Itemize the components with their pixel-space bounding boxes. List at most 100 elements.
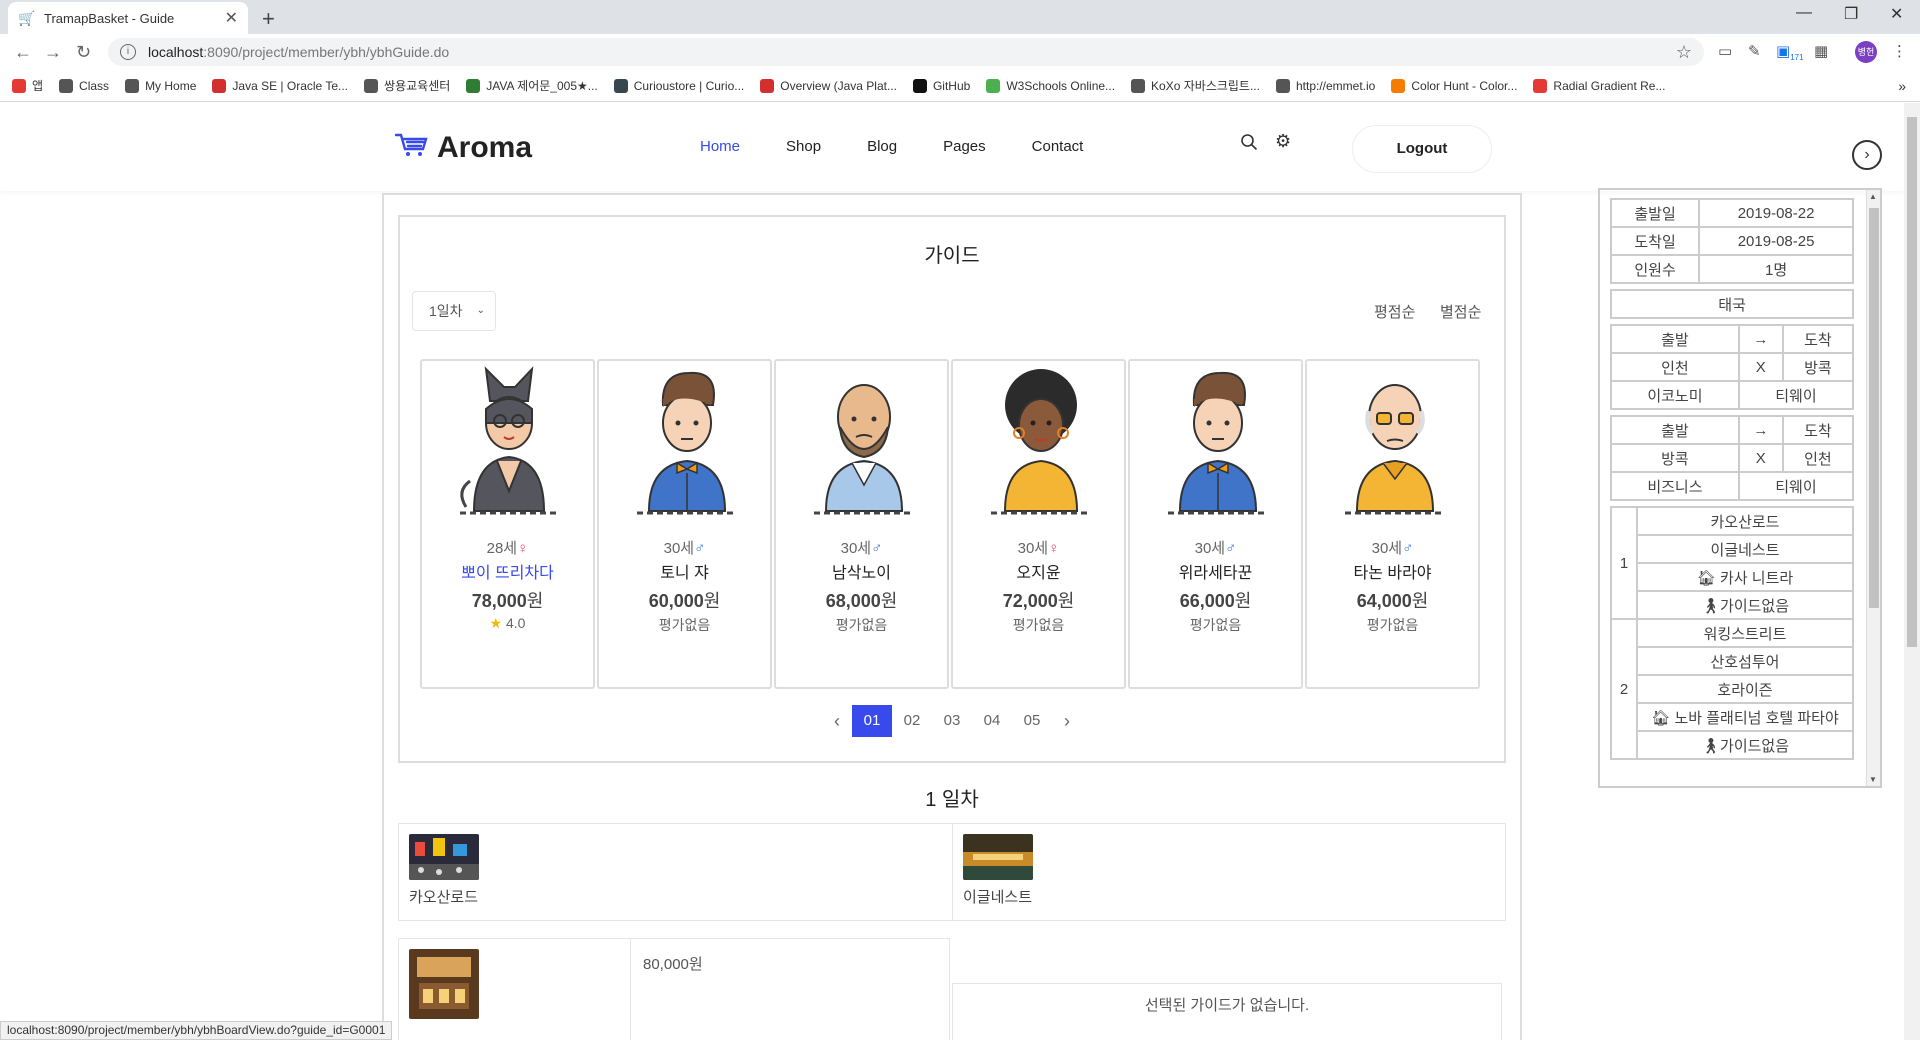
guide-rating: 평가없음: [1012, 617, 1065, 633]
guide-age: 28세♀: [486, 540, 529, 557]
departure-date: 2019-08-22: [1698, 198, 1854, 228]
guide-card[interactable]: 30세♂ 남삭노이 68,000원 평가없음: [774, 359, 949, 689]
itinerary-guide: 🚶︎가이드없음: [1636, 730, 1854, 760]
chevron-left-icon[interactable]: ‹: [822, 711, 852, 732]
search-icon[interactable]: [1240, 133, 1258, 156]
page-2[interactable]: 02: [892, 705, 932, 737]
page-3[interactable]: 03: [932, 705, 972, 737]
page-1[interactable]: 01: [852, 705, 892, 737]
url-input[interactable]: i localhost:8090/project/member/ybh/ybhG…: [108, 38, 1704, 66]
close-tab-icon[interactable]: ✕: [225, 8, 238, 28]
page-4[interactable]: 04: [972, 705, 1012, 737]
browser-tab[interactable]: 🛒 TramapBasket - Guide ✕: [8, 2, 248, 34]
site-header: Aroma Home Shop Blog Pages Contact ⚙ Log…: [0, 103, 1904, 191]
guide-avatar-bald-glasses: [1345, 384, 1445, 515]
guide-card[interactable]: 30세♂ 타논 바라야 64,000원 평가없음: [1305, 359, 1480, 689]
guide-price: 60,000원: [648, 591, 721, 611]
bookmark-item[interactable]: KoXo 자바스크립트...: [1131, 77, 1260, 94]
chevron-down-icon: ⌄: [476, 305, 485, 316]
guide-card[interactable]: 30세♀ 오지윤 72,000원 평가없음: [951, 359, 1126, 689]
place-cell[interactable]: 카오산로드: [399, 824, 952, 920]
nav-pages[interactable]: Pages: [943, 138, 986, 155]
site-logo[interactable]: Aroma: [394, 131, 533, 165]
chevron-right-icon[interactable]: ›: [1052, 711, 1082, 732]
logo-text: Aroma: [437, 131, 533, 164]
cast-icon[interactable]: ▭: [1718, 42, 1732, 60]
bookmark-favicon-icon: [1131, 78, 1146, 93]
forward-icon[interactable]: →: [44, 42, 62, 63]
minimize-icon[interactable]: —: [1796, 4, 1812, 22]
guide-card[interactable]: 30세♂ 위라세타꾼 66,000원 평가없음: [1128, 359, 1303, 689]
nav-blog[interactable]: Blog: [867, 138, 897, 155]
status-bar-url: localhost:8090/project/member/ybh/ybhBoa…: [0, 1021, 393, 1040]
guide-card-list: 28세♀ 뽀이 뜨리차다 78,000원 ★ 4.0 30세♂ 토니 쟈 60,…: [420, 359, 1482, 689]
guide-rating: 평가없음: [658, 617, 711, 633]
bookmark-item[interactable]: Class: [59, 78, 109, 93]
bookmark-item[interactable]: Curioustore | Curio...: [613, 78, 744, 93]
place-thumbnail: [409, 834, 479, 880]
panel-scrollbar[interactable]: ▲ ▼: [1866, 190, 1880, 786]
guide-rating: 평가없음: [835, 617, 888, 633]
bookmark-star-icon[interactable]: ☆: [1676, 42, 1692, 63]
main-nav: Home Shop Blog Pages Contact: [700, 138, 1129, 155]
extension-badge-icon[interactable]: ▣171: [1776, 42, 1804, 62]
bookmark-item[interactable]: 앱: [12, 77, 43, 94]
gear-icon[interactable]: ⚙: [1275, 131, 1291, 152]
guide-name[interactable]: 토니 쟈: [599, 559, 770, 583]
return-flight-table: 출발 → 도착 방콕 X 인천 비즈니스 티웨이: [1610, 415, 1855, 501]
info-icon[interactable]: i: [120, 44, 136, 60]
guide-name[interactable]: 남삭노이: [776, 559, 947, 583]
bookmark-label: GitHub: [932, 78, 971, 93]
guide-card[interactable]: 30세♂ 토니 쟈 60,000원 평가없음: [597, 359, 772, 689]
bookmark-item[interactable]: http://emmet.io: [1275, 78, 1375, 93]
itinerary-item: 워킹스트리트: [1636, 618, 1854, 648]
calendar-icon[interactable]: ▦: [1814, 42, 1828, 60]
reload-icon[interactable]: ↻: [76, 42, 91, 63]
nav-shop[interactable]: Shop: [786, 138, 821, 155]
bookmark-item[interactable]: Radial Gradient Re...: [1533, 78, 1665, 93]
logout-button[interactable]: Logout: [1352, 125, 1492, 173]
bookmark-item[interactable]: Java SE | Oracle Te...: [212, 78, 348, 93]
chevron-right-circle-icon[interactable]: ›: [1852, 140, 1882, 170]
bookmark-item[interactable]: GitHub: [912, 78, 971, 93]
new-tab-icon[interactable]: +: [262, 6, 275, 32]
bookmarks-bar: 앱 Class My Home Java SE | Oracle Te... 쌍용교육센…: [0, 70, 1920, 102]
restore-icon[interactable]: ❐: [1844, 4, 1858, 24]
hotel-image-cell[interactable]: [399, 939, 631, 1040]
back-icon[interactable]: ←: [14, 42, 32, 63]
profile-avatar[interactable]: 병헌: [1855, 41, 1877, 63]
guide-age: 30세♂: [840, 540, 883, 557]
bookmark-favicon-icon: [986, 78, 1001, 93]
trip-summary-panel: 출발일 2019-08-22 도착일 2019-08-25 인원수 1명 태국 출발 →…: [1598, 188, 1882, 788]
menu-icon[interactable]: ⋮: [1892, 42, 1907, 60]
bookmark-item[interactable]: My Home: [125, 78, 196, 93]
guide-card[interactable]: 28세♀ 뽀이 뜨리차다 78,000원 ★ 4.0: [420, 359, 595, 689]
bookmark-favicon-icon: [613, 78, 628, 93]
guide-name[interactable]: 위라세타꾼: [1130, 559, 1301, 583]
close-window-icon[interactable]: ✕: [1890, 4, 1903, 24]
bookmark-item[interactable]: JAVA 제어문_005★...: [466, 77, 598, 94]
bookmark-item[interactable]: 쌍용교육센터: [364, 77, 450, 94]
bookmark-item[interactable]: Color Hunt - Color...: [1391, 78, 1517, 93]
sort-by-rating[interactable]: 평점순: [1374, 301, 1415, 322]
place-cell[interactable]: 이글네스트: [952, 824, 1505, 920]
nav-home[interactable]: Home: [700, 138, 740, 155]
cart-logo-icon: [394, 132, 429, 165]
country-table: 태국: [1610, 289, 1854, 319]
itinerary-table: 1 카오산로드 이글네스트 🏠︎ 카사 니트라 🚶︎가이드없음 2 워킹스트리트 산…: [1610, 506, 1854, 760]
bookmark-label: W3Schools Online...: [1006, 78, 1116, 93]
guide-name[interactable]: 뽀이 뜨리차다: [422, 559, 593, 583]
guide-name[interactable]: 오지윤: [953, 559, 1124, 583]
page-scrollbar[interactable]: [1904, 103, 1920, 1040]
bookmark-item[interactable]: Overview (Java Plat...: [760, 78, 897, 93]
guide-name[interactable]: 타논 바라야: [1307, 559, 1478, 583]
more-bookmarks-icon[interactable]: »: [1898, 78, 1906, 94]
eyedropper-icon[interactable]: ✎: [1748, 42, 1761, 60]
bookmark-item[interactable]: W3Schools Online...: [986, 78, 1116, 93]
sort-by-stars[interactable]: 별점순: [1440, 301, 1481, 322]
guide-avatar-catwoman: [460, 366, 560, 515]
nav-contact[interactable]: Contact: [1032, 138, 1084, 155]
page-5[interactable]: 05: [1012, 705, 1052, 737]
itinerary-item: 호라이즌: [1636, 674, 1854, 704]
day-select[interactable]: 1일차 ⌄: [412, 291, 496, 331]
